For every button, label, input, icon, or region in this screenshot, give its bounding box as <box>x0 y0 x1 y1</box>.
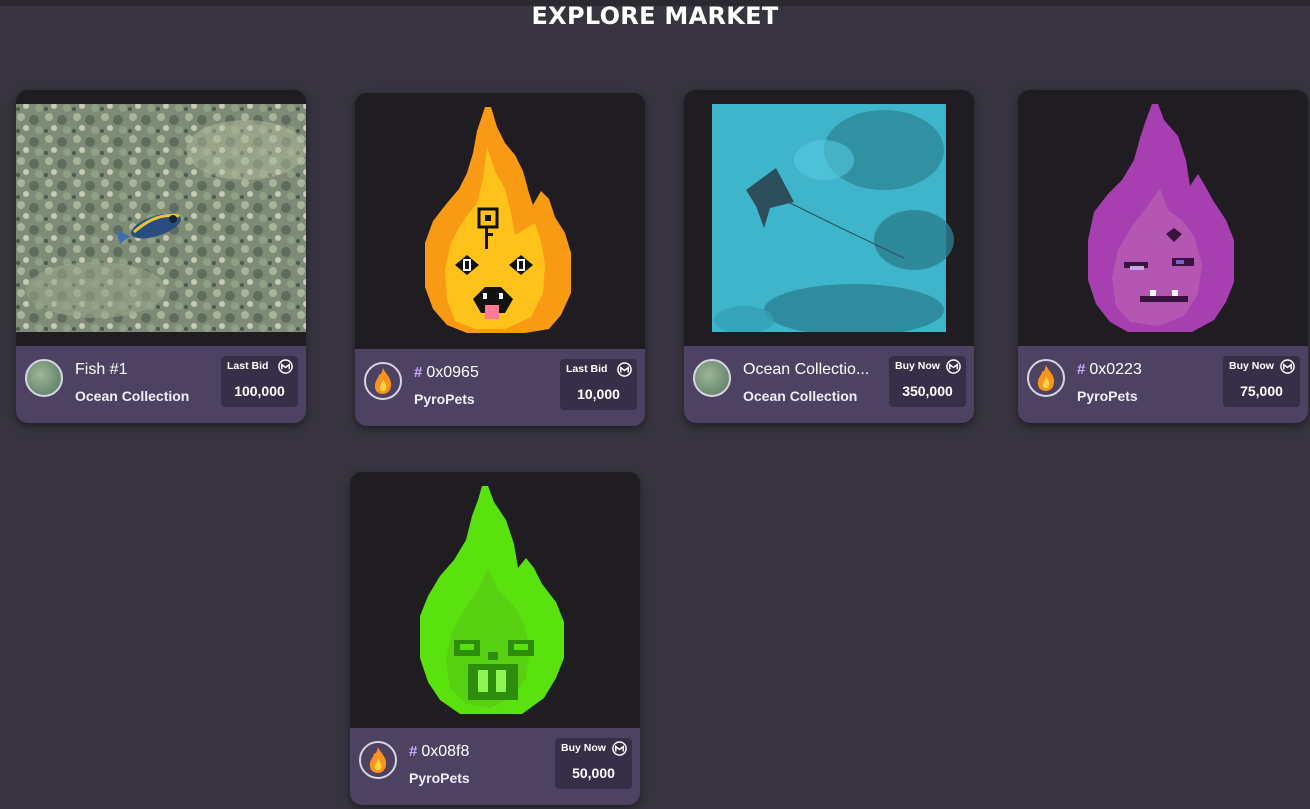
nft-card-ocean-collection[interactable]: Ocean Collectio... Ocean Collection Buy … <box>684 90 974 423</box>
ocean-avatar <box>693 359 731 397</box>
price-box: Last Bid 100,000 <box>221 356 298 407</box>
price-box: Buy Now 350,000 <box>889 356 966 407</box>
card-footer: #0x0965 PyroPets Last Bid 10,000 <box>355 349 645 426</box>
nft-name[interactable]: #0x0965 <box>414 364 479 382</box>
coin-icon <box>946 359 961 374</box>
nft-image-green-pyropet[interactable] <box>350 472 640 728</box>
price-label: Last Bid <box>566 363 608 375</box>
price-label: Buy Now <box>895 360 940 372</box>
collection-name[interactable]: Ocean Collection <box>743 388 857 404</box>
collection-name[interactable]: Ocean Collection <box>75 388 189 404</box>
nft-card-fish-1[interactable]: Fish #1 Ocean Collection Last Bid 100,00… <box>16 90 306 423</box>
price-value: 100,000 <box>234 383 285 399</box>
price-label: Buy Now <box>561 742 606 754</box>
page-title: EXPLORE MARKET <box>531 2 779 30</box>
coin-icon <box>1280 359 1295 374</box>
card-footer: Ocean Collectio... Ocean Collection Buy … <box>684 346 974 423</box>
price-value: 10,000 <box>577 386 620 402</box>
nft-image-purple-pyropet[interactable] <box>1018 90 1308 346</box>
card-footer: #0x0223 PyroPets Buy Now 75,000 <box>1018 346 1308 423</box>
coin-icon <box>278 359 293 374</box>
nft-name[interactable]: #0x0223 <box>1077 361 1142 379</box>
price-value: 75,000 <box>1240 383 1283 399</box>
coin-icon <box>617 362 632 377</box>
price-box: Buy Now 50,000 <box>555 738 632 789</box>
price-box: Buy Now 75,000 <box>1223 356 1300 407</box>
price-label: Last Bid <box>227 360 269 372</box>
card-footer: #0x08f8 PyroPets Buy Now 50,000 <box>350 728 640 805</box>
ocean-avatar <box>25 359 63 397</box>
card-footer: Fish #1 Ocean Collection Last Bid 100,00… <box>16 346 306 423</box>
nft-name[interactable]: #0x08f8 <box>409 743 469 761</box>
collection-name[interactable]: PyroPets <box>409 770 470 786</box>
coin-icon <box>612 741 627 756</box>
flame-avatar <box>359 741 397 779</box>
nft-card-0x0223[interactable]: #0x0223 PyroPets Buy Now 75,000 <box>1018 90 1308 423</box>
collection-name[interactable]: PyroPets <box>1077 388 1138 404</box>
nft-name[interactable]: Ocean Collectio... <box>743 361 869 379</box>
nft-card-0x08f8[interactable]: #0x08f8 PyroPets Buy Now 50,000 <box>350 472 640 805</box>
nft-card-0x0965[interactable]: #0x0965 PyroPets Last Bid 10,000 <box>355 93 645 426</box>
nft-image-stingray[interactable] <box>684 90 974 346</box>
nft-image-orange-pyropet[interactable] <box>355 93 645 349</box>
collection-name[interactable]: PyroPets <box>414 391 475 407</box>
flame-avatar <box>1027 359 1065 397</box>
price-value: 350,000 <box>902 383 953 399</box>
price-value: 50,000 <box>572 765 615 781</box>
price-label: Buy Now <box>1229 360 1274 372</box>
price-box: Last Bid 10,000 <box>560 359 637 410</box>
nft-image-fish[interactable] <box>16 90 306 346</box>
flame-avatar <box>364 362 402 400</box>
nft-name[interactable]: Fish #1 <box>75 361 127 379</box>
